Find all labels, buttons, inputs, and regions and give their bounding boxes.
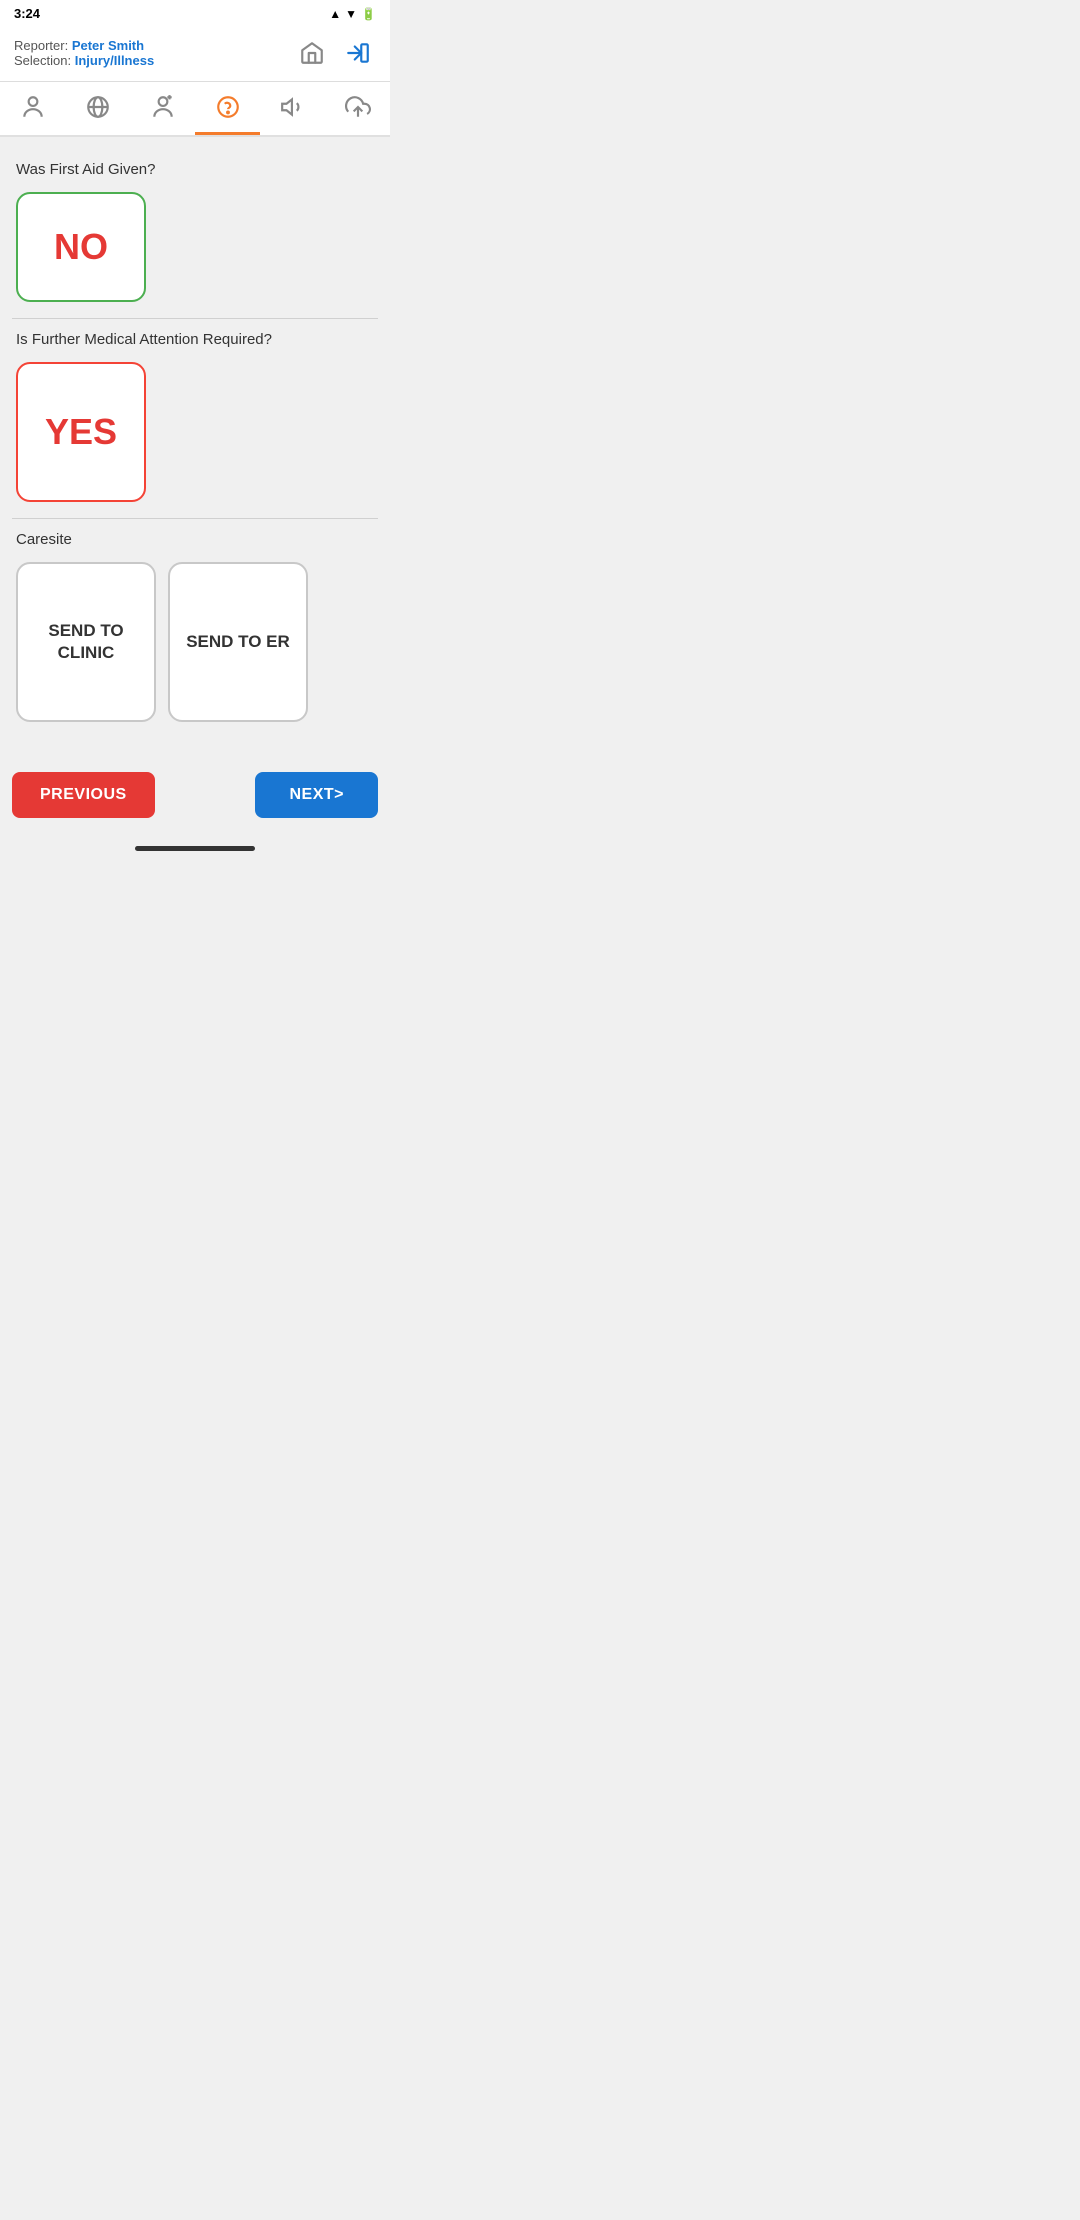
submit-button[interactable] [340,35,376,71]
divider-1 [12,318,378,319]
tab-upload[interactable] [325,82,390,135]
status-icons: ▲ ▼ 🔋 [329,7,376,21]
first-aid-label: Was First Aid Given? [12,151,378,186]
bottom-nav: PREVIOUS NEXT> [0,758,390,838]
reporter-label: Reporter: [14,38,68,53]
selection-value: Injury/Illness [75,53,154,68]
next-button[interactable]: NEXT> [255,772,378,818]
header-actions [294,35,376,71]
send-to-clinic-label: SEND TOCLINIC [48,620,123,664]
caresite-section: Caresite SEND TOCLINIC SEND TO ER [12,521,378,736]
send-to-clinic-button[interactable]: SEND TOCLINIC [16,562,156,722]
previous-button[interactable]: PREVIOUS [12,772,155,818]
bottom-bar [0,838,390,855]
status-bar: 3:24 ▲ ▼ 🔋 [0,0,390,27]
further-medical-yes-button[interactable]: YES [16,362,146,502]
battery-icon: 🔋 [361,7,376,21]
divider-2 [12,518,378,519]
send-to-er-label: SEND TO ER [186,632,290,652]
tab-question[interactable] [195,82,260,135]
first-aid-no-label: NO [54,226,108,268]
header: Reporter: Peter Smith Selection: Injury/… [0,27,390,82]
main-content: Was First Aid Given? NO Is Further Medic… [0,137,390,750]
tab-announce[interactable] [260,82,325,135]
home-button[interactable] [294,35,330,71]
status-time: 3:24 [14,6,40,21]
caresite-label: Caresite [12,521,378,556]
wifi-icon: ▼ [345,7,357,21]
reporter-name: Peter Smith [72,38,144,53]
first-aid-no-button[interactable]: NO [16,192,146,302]
nav-tabs [0,82,390,137]
header-info: Reporter: Peter Smith Selection: Injury/… [14,38,294,68]
further-medical-yes-label: YES [45,411,117,453]
tab-globe[interactable] [65,82,130,135]
further-medical-label: Is Further Medical Attention Required? [12,321,378,356]
tab-person[interactable] [0,82,65,135]
selection-label: Selection: [14,53,71,68]
signal-icon: ▲ [329,7,341,21]
caresite-options: SEND TOCLINIC SEND TO ER [12,556,378,736]
further-medical-options: YES [12,356,378,516]
reporter-row: Reporter: Peter Smith [14,38,294,53]
further-medical-section: Is Further Medical Attention Required? Y… [12,321,378,516]
home-indicator [135,846,255,851]
tab-medic[interactable] [130,82,195,135]
selection-row: Selection: Injury/Illness [14,53,294,68]
first-aid-section: Was First Aid Given? NO [12,151,378,316]
send-to-er-button[interactable]: SEND TO ER [168,562,308,722]
first-aid-options: NO [12,186,378,316]
